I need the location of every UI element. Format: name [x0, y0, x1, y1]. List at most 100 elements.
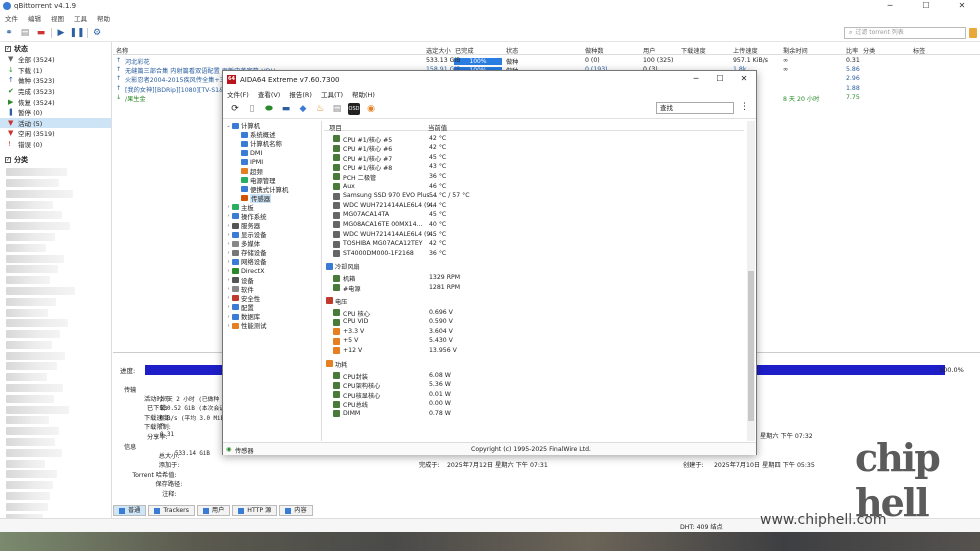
tree-item[interactable]: › 操作系统	[224, 212, 321, 221]
col-category[interactable]: 分类	[863, 46, 875, 55]
col-name[interactable]: 名称	[116, 46, 128, 55]
expand-right-chevron-icon[interactable]: ›	[225, 241, 232, 247]
more-menu-icon[interactable]: ⋮	[740, 102, 749, 112]
gauge-icon[interactable]: ◉	[365, 103, 377, 115]
tab-http-sources[interactable]: HTTP 源	[232, 505, 278, 516]
add-torrent-icon[interactable]: ▤	[19, 27, 31, 39]
menu-help[interactable]: 帮助	[97, 13, 110, 23]
category-item-redacted[interactable]	[6, 405, 70, 414]
sensor-row[interactable]: PCH 二极管 36 °C	[324, 172, 744, 182]
tree-item[interactable]: › 配置	[224, 303, 321, 312]
tree-item[interactable]: › 多媒体	[224, 239, 321, 248]
menu-view[interactable]: 视图	[51, 13, 64, 23]
category-item-redacted[interactable]	[6, 319, 69, 328]
status-filter-item[interactable]: ▼ 空闲 (3519)	[0, 128, 111, 139]
sensor-row[interactable]: #电源 1281 RPM	[324, 283, 744, 293]
col-progress[interactable]: 已完成	[455, 46, 474, 55]
tree-item[interactable]: 系统概述	[224, 130, 321, 139]
col-dl-speed[interactable]: 下载速度	[681, 46, 706, 55]
tree-item[interactable]: › 安全性	[224, 294, 321, 303]
expand-right-chevron-icon[interactable]: ›	[225, 323, 232, 329]
category-item-redacted[interactable]	[6, 481, 53, 490]
category-item-redacted[interactable]	[6, 373, 48, 382]
category-item-redacted[interactable]	[6, 384, 63, 393]
col-peers[interactable]: 用户	[643, 46, 655, 55]
aida-menu-report[interactable]: 报告(R)	[289, 89, 312, 99]
tree-item[interactable]: › 软件	[224, 285, 321, 294]
category-filter-header[interactable]: ✓ 分类	[0, 155, 111, 165]
category-item-redacted[interactable]	[6, 427, 60, 436]
lock-icon[interactable]	[969, 28, 977, 38]
status-filter-item[interactable]: ! 错误 (0)	[0, 139, 111, 150]
report-icon[interactable]: ▯	[246, 103, 258, 115]
sensor-row[interactable]: ST4000DM000-1F2168 36 °C	[324, 249, 744, 259]
category-item-redacted[interactable]	[6, 168, 68, 177]
tab-content[interactable]: 内容	[279, 505, 313, 516]
sensor-row[interactable]: 机箱 1329 RPM	[324, 274, 744, 283]
sensor-row[interactable]: TOSHIBA MG07ACA12TEY 42 °C	[324, 240, 744, 250]
category-item-redacted[interactable]	[6, 297, 56, 306]
col-item[interactable]: 项目	[329, 123, 342, 132]
expand-right-chevron-icon[interactable]: ›	[225, 295, 232, 301]
resume-icon[interactable]: ▶	[55, 27, 67, 39]
col-seeds[interactable]: 做种数	[585, 46, 604, 55]
tree-item[interactable]: 传感器	[224, 193, 321, 203]
tree-item[interactable]: › DirectX	[224, 267, 321, 276]
category-item-redacted[interactable]	[6, 211, 62, 220]
sensor-list-scrollbar[interactable]	[747, 121, 755, 441]
system-stability-icon[interactable]: ▤	[331, 103, 343, 115]
category-item-redacted[interactable]	[6, 362, 58, 371]
expand-right-chevron-icon[interactable]: ›	[225, 268, 232, 274]
category-item-redacted[interactable]	[6, 308, 49, 317]
delete-icon[interactable]: ▬	[35, 27, 47, 39]
category-item-redacted[interactable]	[6, 243, 46, 252]
aida-menu-view[interactable]: 查看(V)	[258, 89, 281, 99]
category-item-redacted[interactable]	[6, 459, 45, 468]
category-item-redacted[interactable]	[6, 222, 71, 231]
tree-item[interactable]: › 服务器	[224, 221, 321, 230]
col-up-speed[interactable]: 上传速度	[733, 46, 758, 55]
close-button[interactable]: ✕	[944, 0, 980, 12]
sensor-row[interactable]: CPU核显核心 0.01 W	[324, 390, 744, 400]
category-item-redacted[interactable]	[6, 189, 73, 198]
tree-item[interactable]: › 性能测试	[224, 321, 321, 330]
sensor-row[interactable]: CPU VID 0.590 V	[324, 318, 744, 328]
flame-icon[interactable]: ♨	[314, 103, 326, 115]
memory-icon[interactable]: ▬	[280, 103, 292, 115]
sensor-row[interactable]: +5 V 5.430 V	[324, 337, 744, 347]
aida-close-button[interactable]: ✕	[732, 71, 756, 87]
col-ratio[interactable]: 比率	[846, 46, 858, 55]
sensor-row[interactable]: MG08ACA16TE 00MX14... 40 °C	[324, 220, 744, 230]
sensor-row[interactable]: Aux 46 °C	[324, 182, 744, 192]
category-item-redacted[interactable]	[6, 200, 53, 209]
expand-right-chevron-icon[interactable]: ›	[225, 232, 232, 238]
sensor-row[interactable]: WDC WUH721414ALE6L4 (9... 45 °C	[324, 230, 744, 240]
tree-item[interactable]: › 主板	[224, 203, 321, 212]
category-item-redacted[interactable]	[6, 340, 52, 349]
sensor-row[interactable]: CPU #1/核心 #5 42 °C	[324, 134, 744, 144]
expand-right-chevron-icon[interactable]: ›	[225, 250, 232, 256]
tree-item[interactable]: › 设备	[224, 276, 321, 285]
tree-item[interactable]: 计算机名称	[224, 139, 321, 148]
tab-peers[interactable]: 用户	[196, 505, 231, 516]
col-tags[interactable]: 标签	[913, 46, 925, 55]
status-filter-item[interactable]: ▼ 全部 (3524)	[0, 54, 111, 65]
sensor-row[interactable]: CPU 核心 0.696 V	[324, 308, 744, 318]
aida-maximize-button[interactable]: ☐	[708, 71, 732, 87]
tree-item[interactable]: › 网络设备	[224, 257, 321, 266]
category-item-redacted[interactable]	[6, 502, 49, 511]
tree-item[interactable]: DMI	[224, 148, 321, 157]
col-status[interactable]: 状态	[506, 46, 518, 55]
expand-right-chevron-icon[interactable]: ›	[225, 286, 232, 292]
sensor-row[interactable]: WDC WUH721414ALE6L4 (9... 44 °C	[324, 201, 744, 211]
expand-right-chevron-icon[interactable]: ›	[225, 204, 232, 210]
status-filter-item[interactable]: ↓ 下载 (1)	[0, 65, 111, 76]
sensor-row[interactable]: DIMM 0.78 W	[324, 409, 744, 419]
expand-right-chevron-icon[interactable]: ›	[225, 259, 232, 265]
tab-trackers[interactable]: Trackers	[148, 505, 195, 516]
category-item-redacted[interactable]	[6, 265, 59, 274]
filter-search-input[interactable]: ⌕ 过滤 torrent 列表	[844, 27, 966, 39]
col-value[interactable]: 当前值	[428, 123, 447, 132]
expand-right-chevron-icon[interactable]: ›	[225, 277, 232, 283]
category-item-redacted[interactable]	[6, 416, 50, 425]
